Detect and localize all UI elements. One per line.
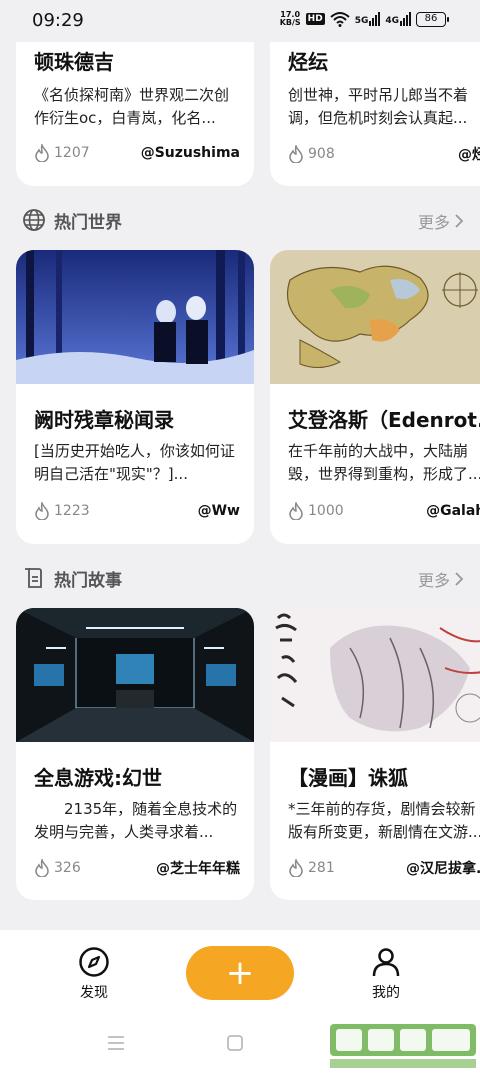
section-title: 热门故事	[54, 570, 122, 591]
story-card[interactable]: 全息游戏:幻世 2135年，随着全息技术的发明与完善，人类寻求着... 326 …	[16, 608, 254, 900]
flame-icon	[289, 859, 303, 877]
signal-5g-icon: 5G	[355, 12, 381, 26]
author-link[interactable]: @Suzushima	[141, 145, 240, 161]
chevron-right-icon	[455, 572, 464, 586]
story-cover-image	[16, 608, 254, 742]
flame-icon	[289, 502, 303, 520]
heat-count: 1000	[288, 502, 344, 520]
world-cover-image	[16, 250, 254, 384]
battery-icon: 86	[416, 11, 449, 27]
flame-icon	[35, 859, 49, 877]
heat-count: 1207	[34, 144, 90, 162]
card-title: 阙时残章秘闻录	[34, 408, 174, 432]
nav-discover[interactable]: 发现	[64, 946, 124, 1002]
network-speed: 17.0 KB/S	[279, 10, 301, 27]
section-title: 热门世界	[54, 212, 122, 233]
card-footer: 1000 @Galahin	[288, 502, 480, 520]
author-link[interactable]: @Galahin	[426, 503, 480, 519]
status-icons: 17.0 KB/S HD 5G 4G 86	[279, 10, 449, 27]
nav-me[interactable]: 我的	[356, 946, 416, 1002]
author-link[interactable]: @汉尼拔拿...	[406, 858, 480, 878]
home-icon[interactable]	[226, 1034, 244, 1052]
wifi-icon	[330, 12, 350, 27]
card-desc: 创世神，平时吊儿郎当不着调，但危机时刻会认真起...	[288, 86, 469, 127]
flame-icon	[35, 502, 49, 520]
card-desc: 在千年前的大战中，大陆崩毁，世界得到重构，形成了...	[288, 442, 480, 483]
heat-count: 281	[288, 859, 335, 877]
watermark-logo	[330, 1024, 476, 1070]
author-link[interactable]: @Ww	[198, 503, 240, 519]
world-card[interactable]: 阙时残章秘闻录 [当历史开始吃人，你该如何证明自己活在"现实"？]... 122…	[16, 250, 254, 544]
section-header-stories: 热门故事 更多	[22, 565, 464, 591]
world-card[interactable]: 艾登洛斯（Edenrot... 在千年前的大战中，大陆崩毁，世界得到重构，形成了…	[270, 250, 480, 544]
heat-count: 1223	[34, 502, 90, 520]
card-title: 【漫画】诛狐	[288, 766, 408, 790]
globe-icon	[23, 209, 45, 231]
chevron-right-icon	[455, 214, 464, 228]
flame-icon	[35, 144, 49, 162]
signal-4g-icon: 4G	[385, 12, 411, 26]
story-cover-image	[270, 608, 480, 742]
compass-icon	[79, 947, 109, 977]
character-card[interactable]: 烃纭 创世神，平时吊儿郎当不着调，但危机时刻会认真起... 908 @烃纭	[270, 20, 480, 186]
world-map-image	[270, 250, 480, 384]
more-stories-link[interactable]: 更多	[418, 567, 464, 591]
create-button[interactable]: +	[186, 946, 294, 1000]
card-footer: 908 @烃纭	[288, 144, 480, 164]
nav-me-label: 我的	[372, 985, 400, 1001]
card-footer: 1207 @Suzushima	[34, 144, 240, 162]
author-link[interactable]: @烃纭	[458, 144, 480, 164]
status-time: 09:29	[32, 10, 84, 31]
card-desc: [当历史开始吃人，你该如何证明自己活在"现实"？]...	[34, 442, 235, 483]
card-footer: 1223 @Ww	[34, 502, 240, 520]
author-link[interactable]: @芝士年年糕	[156, 858, 240, 878]
section-header-worlds: 热门世界 更多	[22, 207, 464, 233]
menu-icon[interactable]	[106, 1034, 126, 1052]
more-worlds-link[interactable]: 更多	[418, 209, 464, 233]
card-title: 烃纭	[288, 50, 328, 74]
book-icon	[25, 568, 42, 588]
card-desc: 《名侦探柯南》世界观二次创作衍生oc，白青岚，化名...	[34, 86, 230, 127]
card-footer: 281 @汉尼拔拿...	[288, 858, 480, 878]
card-footer: 326 @芝士年年糕	[34, 858, 240, 878]
card-desc: 2135年，随着全息技术的发明与完善，人类寻求着...	[34, 800, 238, 841]
flame-icon	[289, 145, 303, 163]
heat-count: 908	[288, 145, 335, 163]
card-title: 顿珠德吉	[34, 50, 114, 74]
nav-discover-label: 发现	[80, 985, 108, 1001]
story-card[interactable]: 【漫画】诛狐 *三年前的存货，剧情会较新版有所变更，新剧情在文游... 281 …	[270, 608, 480, 900]
hd-badge: HD	[305, 13, 325, 25]
heat-count: 326	[34, 859, 81, 877]
card-desc: *三年前的存货，剧情会较新版有所变更，新剧情在文游...	[288, 800, 480, 841]
card-title: 艾登洛斯（Edenrot...	[288, 408, 480, 432]
user-icon	[372, 948, 400, 977]
status-bar: 09:29 17.0 KB/S HD 5G 4G 86	[0, 0, 480, 42]
card-title: 全息游戏:幻世	[34, 766, 162, 790]
character-card[interactable]: 顿珠德吉 《名侦探柯南》世界观二次创作衍生oc，白青岚，化名... 1207 @…	[16, 20, 254, 186]
